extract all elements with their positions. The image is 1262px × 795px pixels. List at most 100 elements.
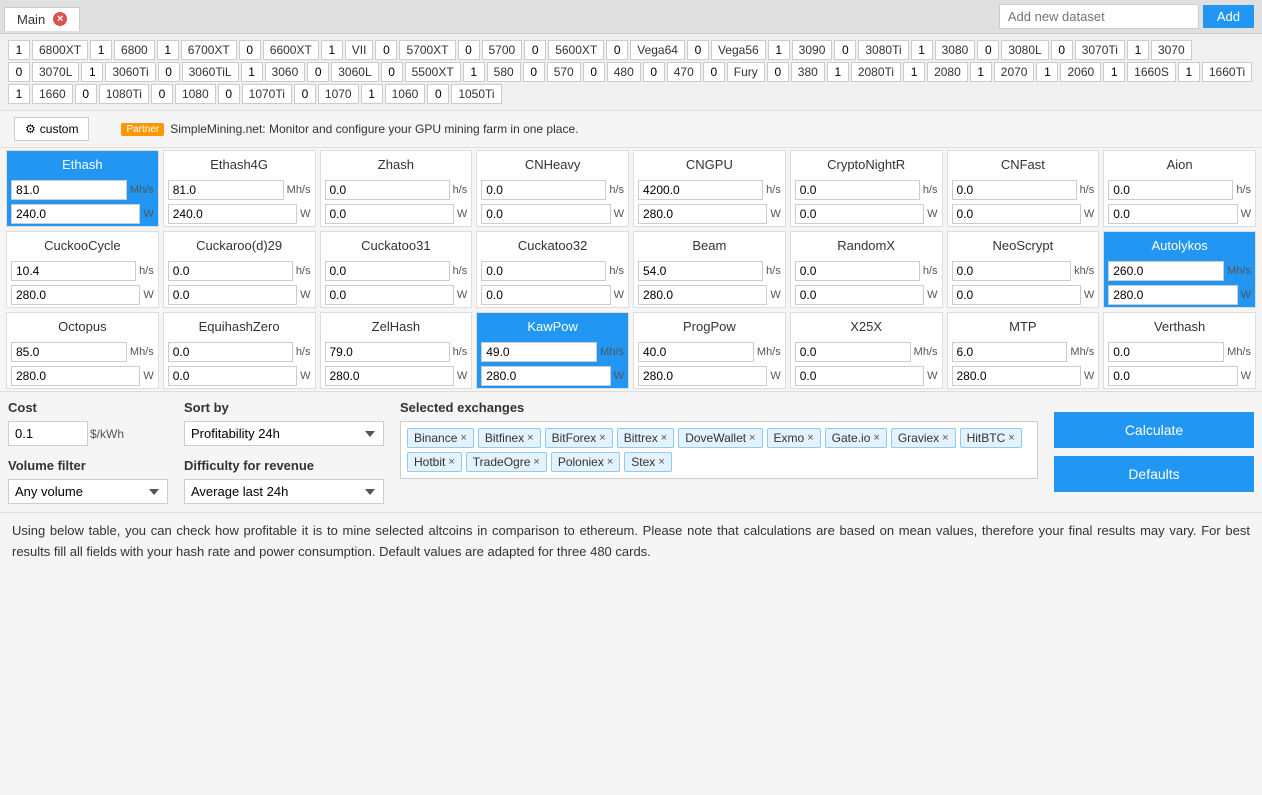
algo-card[interactable]: Zhash h/s W — [320, 150, 473, 227]
gpu-count-input[interactable] — [151, 84, 173, 104]
exchange-tag-remove[interactable]: × — [599, 432, 605, 444]
algo-hashrate-input[interactable] — [325, 342, 450, 362]
gpu-count-input[interactable] — [687, 40, 709, 60]
add-dataset-input[interactable] — [999, 4, 1199, 29]
algo-hashrate-input[interactable] — [638, 261, 763, 281]
algo-header[interactable]: MTP — [948, 313, 1099, 340]
algo-hashrate-input[interactable] — [11, 261, 136, 281]
algo-header[interactable]: ZelHash — [321, 313, 472, 340]
algo-hashrate-input[interactable] — [11, 180, 127, 200]
algo-hashrate-input[interactable] — [952, 180, 1077, 200]
gpu-count-input[interactable] — [463, 62, 485, 82]
algo-header[interactable]: Beam — [634, 232, 785, 259]
algo-power-input[interactable] — [325, 204, 454, 224]
gpu-count-input[interactable] — [1036, 62, 1058, 82]
gpu-count-input[interactable] — [903, 62, 925, 82]
algo-header[interactable]: KawPow — [477, 313, 628, 340]
algo-power-input[interactable] — [481, 366, 610, 386]
algo-header[interactable]: Cuckatoo32 — [477, 232, 628, 259]
algo-card[interactable]: Aion h/s W — [1103, 150, 1256, 227]
main-tab[interactable]: Main × — [4, 7, 80, 31]
exchange-tag-remove[interactable]: × — [607, 456, 613, 468]
algo-power-input[interactable] — [481, 204, 610, 224]
algo-header[interactable]: Cuckatoo31 — [321, 232, 472, 259]
custom-button[interactable]: ⚙ custom — [14, 117, 89, 141]
sort-select[interactable]: Profitability 24hProfitability 1hAlgorit… — [184, 421, 384, 446]
algo-power-input[interactable] — [11, 285, 140, 305]
algo-card[interactable]: Octopus Mh/s W — [6, 312, 159, 389]
gpu-count-input[interactable] — [321, 40, 343, 60]
gpu-count-input[interactable] — [8, 62, 30, 82]
algo-hashrate-input[interactable] — [638, 342, 754, 362]
algo-header[interactable]: Cuckaroo(d)29 — [164, 232, 315, 259]
algo-hashrate-input[interactable] — [481, 342, 597, 362]
algo-card[interactable]: CNFast h/s W — [947, 150, 1100, 227]
gpu-count-input[interactable] — [643, 62, 665, 82]
algo-header[interactable]: ProgPow — [634, 313, 785, 340]
algo-card[interactable]: Ethash4G Mh/s W — [163, 150, 316, 227]
algo-header[interactable]: Autolykos — [1104, 232, 1255, 259]
gpu-count-input[interactable] — [8, 84, 30, 104]
gpu-count-input[interactable] — [1178, 62, 1200, 82]
gpu-count-input[interactable] — [524, 40, 546, 60]
gpu-count-input[interactable] — [158, 62, 180, 82]
algo-hashrate-input[interactable] — [952, 261, 1072, 281]
algo-card[interactable]: CryptoNightR h/s W — [790, 150, 943, 227]
algo-card[interactable]: CNHeavy h/s W — [476, 150, 629, 227]
algo-power-input[interactable] — [795, 285, 924, 305]
algo-power-input[interactable] — [325, 366, 454, 386]
algo-hashrate-input[interactable] — [325, 180, 450, 200]
algo-power-input[interactable] — [11, 366, 140, 386]
algo-card[interactable]: CuckooCycle h/s W — [6, 231, 159, 308]
gpu-count-input[interactable] — [1051, 40, 1073, 60]
exchange-tag-remove[interactable]: × — [942, 432, 948, 444]
algo-card[interactable]: Beam h/s W — [633, 231, 786, 308]
gpu-count-input[interactable] — [361, 84, 383, 104]
exchange-tag-remove[interactable]: × — [661, 432, 667, 444]
gpu-count-input[interactable] — [218, 84, 240, 104]
gpu-count-input[interactable] — [375, 40, 397, 60]
gpu-count-input[interactable] — [523, 62, 545, 82]
algo-hashrate-input[interactable] — [952, 342, 1068, 362]
gpu-count-input[interactable] — [703, 62, 725, 82]
algo-card[interactable]: Cuckaroo(d)29 h/s W — [163, 231, 316, 308]
algo-hashrate-input[interactable] — [1108, 342, 1224, 362]
algo-card[interactable]: Cuckatoo31 h/s W — [320, 231, 473, 308]
algo-header[interactable]: Ethash — [7, 151, 158, 178]
algo-power-input[interactable] — [168, 366, 297, 386]
algo-power-input[interactable] — [325, 285, 454, 305]
algo-card[interactable]: Verthash Mh/s W — [1103, 312, 1256, 389]
algo-hashrate-input[interactable] — [481, 180, 606, 200]
exchange-tag-remove[interactable]: × — [1008, 432, 1014, 444]
algo-power-input[interactable] — [952, 204, 1081, 224]
algo-card[interactable]: RandomX h/s W — [790, 231, 943, 308]
algo-hashrate-input[interactable] — [168, 261, 293, 281]
algo-card[interactable]: ProgPow Mh/s W — [633, 312, 786, 389]
algo-card[interactable]: ZelHash h/s W — [320, 312, 473, 389]
algo-header[interactable]: NeoScrypt — [948, 232, 1099, 259]
algo-header[interactable]: CNFast — [948, 151, 1099, 178]
gpu-count-input[interactable] — [970, 62, 992, 82]
calculate-button[interactable]: Calculate — [1054, 412, 1254, 448]
algo-power-input[interactable] — [795, 204, 924, 224]
algo-power-input[interactable] — [1108, 285, 1237, 305]
defaults-button[interactable]: Defaults — [1054, 456, 1254, 492]
gpu-count-input[interactable] — [458, 40, 480, 60]
algo-header[interactable]: CryptoNightR — [791, 151, 942, 178]
algo-header[interactable]: Aion — [1104, 151, 1255, 178]
exchange-tag-remove[interactable]: × — [658, 456, 664, 468]
gpu-count-input[interactable] — [294, 84, 316, 104]
gpu-count-input[interactable] — [911, 40, 933, 60]
algo-power-input[interactable] — [952, 285, 1081, 305]
gpu-count-input[interactable] — [1127, 40, 1149, 60]
algo-hashrate-input[interactable] — [638, 180, 763, 200]
algo-hashrate-input[interactable] — [168, 180, 284, 200]
algo-power-input[interactable] — [638, 285, 767, 305]
exchange-tag-remove[interactable]: × — [533, 456, 539, 468]
algo-header[interactable]: Ethash4G — [164, 151, 315, 178]
algo-header[interactable]: Zhash — [321, 151, 472, 178]
gpu-count-input[interactable] — [606, 40, 628, 60]
exchange-tag-remove[interactable]: × — [873, 432, 879, 444]
algo-card[interactable]: KawPow Mh/s W — [476, 312, 629, 389]
algo-header[interactable]: X25X — [791, 313, 942, 340]
